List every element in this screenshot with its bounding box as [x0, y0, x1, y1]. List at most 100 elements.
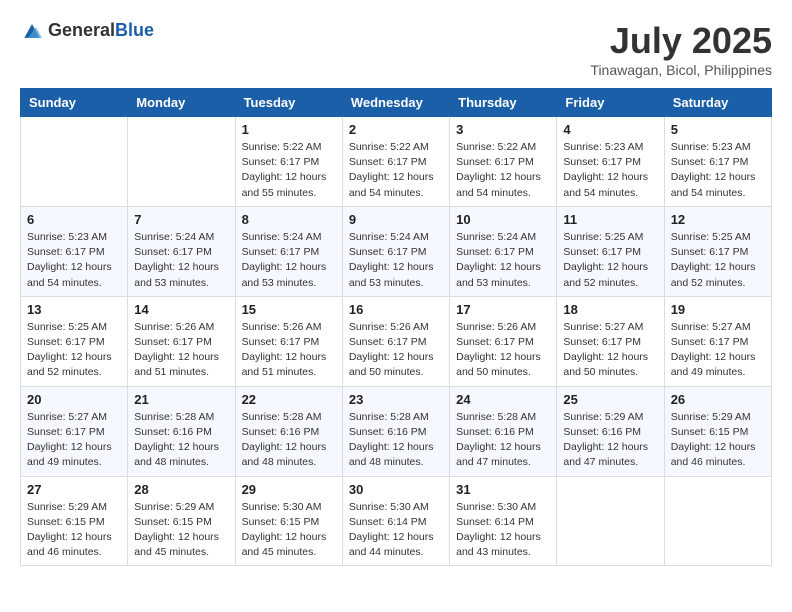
weekday-header-wednesday: Wednesday	[342, 89, 449, 117]
calendar-cell: 14 Sunrise: 5:26 AM Sunset: 6:17 PM Dayli…	[128, 296, 235, 386]
day-info: Sunrise: 5:26 AM Sunset: 6:17 PM Dayligh…	[349, 320, 443, 381]
day-info: Sunrise: 5:22 AM Sunset: 6:17 PM Dayligh…	[242, 140, 336, 201]
day-info: Sunrise: 5:30 AM Sunset: 6:14 PM Dayligh…	[456, 500, 550, 561]
weekday-header-tuesday: Tuesday	[235, 89, 342, 117]
logo: GeneralBlue	[20, 20, 154, 41]
day-info: Sunrise: 5:25 AM Sunset: 6:17 PM Dayligh…	[27, 320, 121, 381]
day-info: Sunrise: 5:23 AM Sunset: 6:17 PM Dayligh…	[563, 140, 657, 201]
day-number: 26	[671, 392, 765, 407]
calendar-cell: 26 Sunrise: 5:29 AM Sunset: 6:15 PM Dayli…	[664, 386, 771, 476]
day-info: Sunrise: 5:24 AM Sunset: 6:17 PM Dayligh…	[242, 230, 336, 291]
day-number: 9	[349, 212, 443, 227]
calendar-cell: 1 Sunrise: 5:22 AM Sunset: 6:17 PM Daylig…	[235, 117, 342, 207]
day-info: Sunrise: 5:28 AM Sunset: 6:16 PM Dayligh…	[456, 410, 550, 471]
weekday-header-row: SundayMondayTuesdayWednesdayThursdayFrid…	[21, 89, 772, 117]
day-info: Sunrise: 5:26 AM Sunset: 6:17 PM Dayligh…	[134, 320, 228, 381]
day-info: Sunrise: 5:24 AM Sunset: 6:17 PM Dayligh…	[349, 230, 443, 291]
day-number: 4	[563, 122, 657, 137]
calendar-cell: 20 Sunrise: 5:27 AM Sunset: 6:17 PM Dayli…	[21, 386, 128, 476]
day-info: Sunrise: 5:22 AM Sunset: 6:17 PM Dayligh…	[349, 140, 443, 201]
calendar-cell	[128, 117, 235, 207]
logo-blue: Blue	[115, 20, 154, 40]
day-number: 25	[563, 392, 657, 407]
weekday-header-sunday: Sunday	[21, 89, 128, 117]
calendar-cell: 3 Sunrise: 5:22 AM Sunset: 6:17 PM Daylig…	[450, 117, 557, 207]
day-info: Sunrise: 5:29 AM Sunset: 6:15 PM Dayligh…	[671, 410, 765, 471]
day-number: 20	[27, 392, 121, 407]
calendar-cell: 24Sunrise: 5:28 AM Sunset: 6:16 PM Dayli…	[450, 386, 557, 476]
day-info: Sunrise: 5:28 AM Sunset: 6:16 PM Dayligh…	[349, 410, 443, 471]
weekday-header-saturday: Saturday	[664, 89, 771, 117]
calendar-week-row: 27 Sunrise: 5:29 AM Sunset: 6:15 PM Dayli…	[21, 476, 772, 566]
calendar-cell: 28Sunrise: 5:29 AM Sunset: 6:15 PM Dayli…	[128, 476, 235, 566]
day-number: 29	[242, 482, 336, 497]
calendar-cell: 9 Sunrise: 5:24 AM Sunset: 6:17 PM Daylig…	[342, 206, 449, 296]
day-info: Sunrise: 5:27 AM Sunset: 6:17 PM Dayligh…	[563, 320, 657, 381]
calendar-cell	[21, 117, 128, 207]
calendar-cell: 15Sunrise: 5:26 AM Sunset: 6:17 PM Dayli…	[235, 296, 342, 386]
month-year: July 2025	[590, 20, 772, 62]
day-number: 31	[456, 482, 550, 497]
day-number: 12	[671, 212, 765, 227]
day-number: 17	[456, 302, 550, 317]
weekday-header-monday: Monday	[128, 89, 235, 117]
day-number: 13	[27, 302, 121, 317]
weekday-header-thursday: Thursday	[450, 89, 557, 117]
calendar-cell: 6Sunrise: 5:23 AM Sunset: 6:17 PM Daylig…	[21, 206, 128, 296]
day-number: 11	[563, 212, 657, 227]
title-block: July 2025 Tinawagan, Bicol, Philippines	[590, 20, 772, 78]
calendar-cell: 7Sunrise: 5:24 AM Sunset: 6:17 PM Daylig…	[128, 206, 235, 296]
day-number: 6	[27, 212, 121, 227]
day-info: Sunrise: 5:29 AM Sunset: 6:15 PM Dayligh…	[27, 500, 121, 561]
day-info: Sunrise: 5:22 AM Sunset: 6:17 PM Dayligh…	[456, 140, 550, 201]
calendar-cell: 27 Sunrise: 5:29 AM Sunset: 6:15 PM Dayli…	[21, 476, 128, 566]
day-number: 2	[349, 122, 443, 137]
logo-general: General	[48, 20, 115, 40]
day-number: 7	[134, 212, 228, 227]
calendar-cell: 22Sunrise: 5:28 AM Sunset: 6:16 PM Dayli…	[235, 386, 342, 476]
calendar-cell: 17 Sunrise: 5:26 AM Sunset: 6:17 PM Dayli…	[450, 296, 557, 386]
calendar-cell: 25 Sunrise: 5:29 AM Sunset: 6:16 PM Dayli…	[557, 386, 664, 476]
calendar-cell: 4 Sunrise: 5:23 AM Sunset: 6:17 PM Daylig…	[557, 117, 664, 207]
calendar-cell: 18 Sunrise: 5:27 AM Sunset: 6:17 PM Dayli…	[557, 296, 664, 386]
day-number: 1	[242, 122, 336, 137]
day-info: Sunrise: 5:29 AM Sunset: 6:16 PM Dayligh…	[563, 410, 657, 471]
day-number: 3	[456, 122, 550, 137]
calendar-cell: 10Sunrise: 5:24 AM Sunset: 6:17 PM Dayli…	[450, 206, 557, 296]
weekday-header-friday: Friday	[557, 89, 664, 117]
day-info: Sunrise: 5:28 AM Sunset: 6:16 PM Dayligh…	[134, 410, 228, 471]
calendar-week-row: 13 Sunrise: 5:25 AM Sunset: 6:17 PM Dayli…	[21, 296, 772, 386]
calendar-cell: 13 Sunrise: 5:25 AM Sunset: 6:17 PM Dayli…	[21, 296, 128, 386]
day-number: 22	[242, 392, 336, 407]
day-number: 23	[349, 392, 443, 407]
calendar-cell: 16 Sunrise: 5:26 AM Sunset: 6:17 PM Dayli…	[342, 296, 449, 386]
calendar-cell: 21 Sunrise: 5:28 AM Sunset: 6:16 PM Dayli…	[128, 386, 235, 476]
day-number: 16	[349, 302, 443, 317]
calendar-cell: 11 Sunrise: 5:25 AM Sunset: 6:17 PM Dayli…	[557, 206, 664, 296]
calendar-week-row: 1 Sunrise: 5:22 AM Sunset: 6:17 PM Daylig…	[21, 117, 772, 207]
day-number: 28	[134, 482, 228, 497]
calendar-cell: 2 Sunrise: 5:22 AM Sunset: 6:17 PM Daylig…	[342, 117, 449, 207]
day-info: Sunrise: 5:27 AM Sunset: 6:17 PM Dayligh…	[27, 410, 121, 471]
day-number: 27	[27, 482, 121, 497]
calendar-cell: 30Sunrise: 5:30 AM Sunset: 6:14 PM Dayli…	[342, 476, 449, 566]
logo-icon	[20, 21, 44, 41]
day-info: Sunrise: 5:30 AM Sunset: 6:15 PM Dayligh…	[242, 500, 336, 561]
calendar-cell: 5Sunrise: 5:23 AM Sunset: 6:17 PM Daylig…	[664, 117, 771, 207]
calendar-week-row: 6Sunrise: 5:23 AM Sunset: 6:17 PM Daylig…	[21, 206, 772, 296]
day-number: 21	[134, 392, 228, 407]
day-number: 5	[671, 122, 765, 137]
calendar-cell: 12 Sunrise: 5:25 AM Sunset: 6:17 PM Dayli…	[664, 206, 771, 296]
day-number: 18	[563, 302, 657, 317]
day-number: 8	[242, 212, 336, 227]
page-header: GeneralBlue July 2025 Tinawagan, Bicol, …	[20, 20, 772, 78]
day-info: Sunrise: 5:26 AM Sunset: 6:17 PM Dayligh…	[456, 320, 550, 381]
day-number: 14	[134, 302, 228, 317]
calendar-cell: 19Sunrise: 5:27 AM Sunset: 6:17 PM Dayli…	[664, 296, 771, 386]
day-number: 10	[456, 212, 550, 227]
calendar-week-row: 20 Sunrise: 5:27 AM Sunset: 6:17 PM Dayli…	[21, 386, 772, 476]
day-info: Sunrise: 5:25 AM Sunset: 6:17 PM Dayligh…	[671, 230, 765, 291]
day-number: 15	[242, 302, 336, 317]
day-info: Sunrise: 5:25 AM Sunset: 6:17 PM Dayligh…	[563, 230, 657, 291]
calendar-cell	[557, 476, 664, 566]
